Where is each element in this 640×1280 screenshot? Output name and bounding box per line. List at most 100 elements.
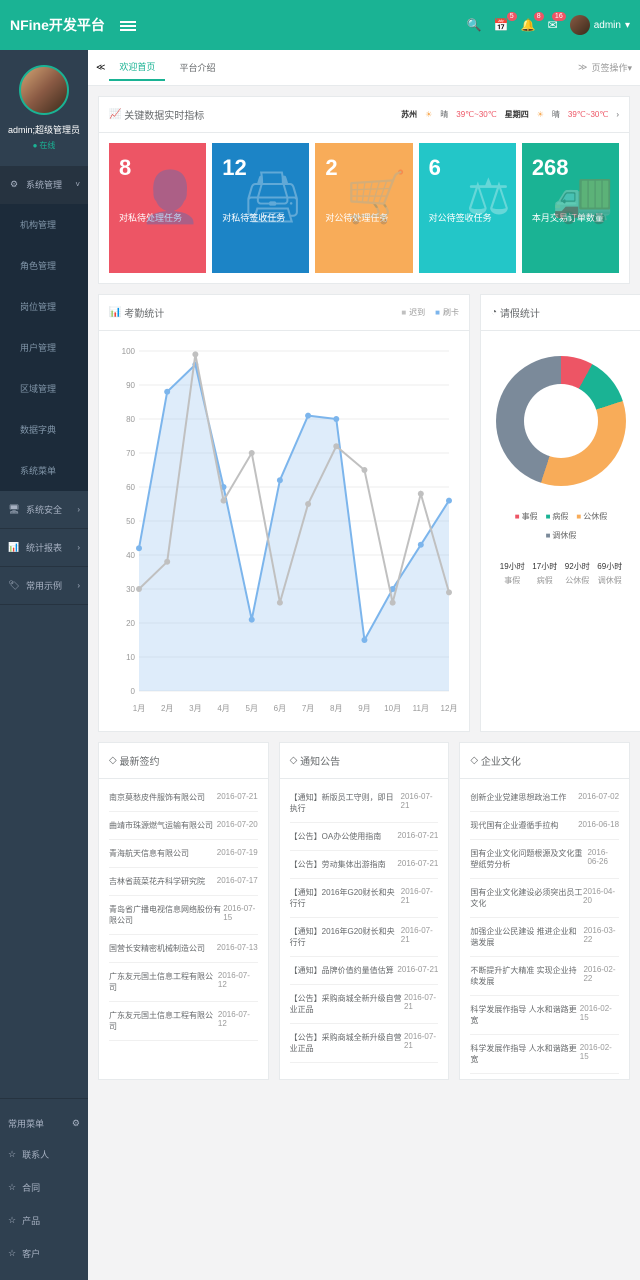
legend-item[interactable]: 调休假 bbox=[546, 530, 577, 541]
list-row[interactable]: 科学发展作指导 人水和谐路更宽2016-02-15 bbox=[470, 1035, 619, 1074]
list-row[interactable]: 【通知】新版员工守则，即日执行2016-07-21 bbox=[290, 784, 439, 823]
stat-card[interactable]: 6对公待签收任务⚖ bbox=[419, 143, 516, 273]
list-row[interactable]: 【通知】2016年G20财长和央行行2016-07-21 bbox=[290, 879, 439, 918]
favorite-item[interactable]: ☆产品 bbox=[0, 1204, 88, 1237]
list-row[interactable]: 国有企业文化建设必须突出员工文化2016-04-20 bbox=[470, 879, 619, 918]
svg-text:0: 0 bbox=[131, 687, 136, 696]
svg-text:9月: 9月 bbox=[358, 704, 370, 713]
list-row[interactable]: 南京莫愁皮件服饰有限公司2016-07-21 bbox=[109, 784, 258, 812]
chart-icon: 📈 bbox=[109, 109, 121, 120]
list-row[interactable]: 【通知】2016年G20财长和央行行2016-07-21 bbox=[290, 918, 439, 957]
tab-home[interactable]: 欢迎首页 bbox=[109, 54, 165, 81]
svg-text:40: 40 bbox=[126, 551, 135, 560]
svg-text:70: 70 bbox=[126, 449, 135, 458]
submenu-item[interactable]: 系统菜单 bbox=[0, 450, 88, 491]
pie-icon: ◔ bbox=[491, 307, 497, 318]
list-row[interactable]: 现代国有企业遵循手拉构2016-06-18 bbox=[470, 812, 619, 840]
online-status: 在线 bbox=[8, 140, 80, 151]
donut-chart bbox=[496, 356, 626, 486]
legend-item[interactable]: 病假 bbox=[546, 511, 569, 522]
weather-widget: 苏州☀晴39℃~30℃ 星期四☀晴39℃~30℃ › bbox=[401, 109, 619, 120]
legend-swipe[interactable]: 刷卡 bbox=[435, 307, 459, 318]
submenu-item[interactable]: 机构管理 bbox=[0, 204, 88, 245]
svg-text:90: 90 bbox=[126, 381, 135, 390]
search-icon[interactable]: 🔍 bbox=[467, 18, 482, 32]
menu-toggle[interactable] bbox=[120, 19, 136, 31]
list-row[interactable]: 【公告】采购商城全新升级自营业正品2016-07-21 bbox=[290, 1024, 439, 1063]
donut-title: 请假统计 bbox=[500, 305, 540, 320]
list-row[interactable]: 曲靖市珠源燃气运输有限公司2016-07-20 bbox=[109, 812, 258, 840]
svg-text:30: 30 bbox=[126, 585, 135, 594]
list-title: 通知公告 bbox=[300, 753, 340, 768]
stat-card[interactable]: 2对公待处理任务🛒 bbox=[315, 143, 412, 273]
list-title: 企业文化 bbox=[481, 753, 521, 768]
svg-text:7月: 7月 bbox=[302, 704, 314, 713]
list-row[interactable]: 【公告】OA办公使用指南2016-07-21 bbox=[290, 823, 439, 851]
submenu-item[interactable]: 角色管理 bbox=[0, 245, 88, 286]
list-row[interactable]: 青海航天信息有限公司2016-07-19 bbox=[109, 840, 258, 868]
svg-text:2月: 2月 bbox=[161, 704, 173, 713]
brand-logo: NFine开发平台 bbox=[10, 15, 105, 35]
chevron-right-icon[interactable]: › bbox=[616, 110, 619, 119]
profile-name: admin;超级管理员 bbox=[8, 123, 80, 136]
svg-text:5月: 5月 bbox=[246, 704, 258, 713]
favorites-header: 常用菜单⚙ bbox=[0, 1109, 88, 1138]
favorite-item[interactable]: ☆合同 bbox=[0, 1171, 88, 1204]
svg-text:4月: 4月 bbox=[217, 704, 229, 713]
menu-item[interactable]: 📊统计报表› bbox=[0, 529, 88, 567]
list-row[interactable]: 创新企业党建思想政治工作2016-07-02 bbox=[470, 784, 619, 812]
bar-chart-icon: 📊 bbox=[109, 307, 121, 318]
list-row[interactable]: 加强企业公民建设 推进企业和谐发展2016-03-22 bbox=[470, 918, 619, 957]
submenu-item[interactable]: 数据字典 bbox=[0, 409, 88, 450]
list-title: 最新签约 bbox=[119, 753, 159, 768]
legend-item[interactable]: 事假 bbox=[515, 511, 538, 522]
svg-text:11月: 11月 bbox=[413, 704, 429, 713]
favorite-item[interactable]: ☆联系人 bbox=[0, 1138, 88, 1171]
submenu-item[interactable]: 用户管理 bbox=[0, 327, 88, 368]
favorite-item[interactable]: ☆客户 bbox=[0, 1237, 88, 1270]
svg-text:12月: 12月 bbox=[441, 704, 458, 713]
stat-card[interactable]: 12对私待签收任务🖨 bbox=[212, 143, 309, 273]
mail-icon[interactable]: ✉16 bbox=[548, 18, 558, 32]
list-row[interactable]: 【通知】品牌价值约量值估算2016-07-21 bbox=[290, 957, 439, 985]
svg-text:80: 80 bbox=[126, 415, 135, 424]
list-row[interactable]: 广东友元国土信息工程有限公司2016-07-12 bbox=[109, 963, 258, 1002]
svg-text:10月: 10月 bbox=[384, 704, 401, 713]
stat-card[interactable]: 8对私待处理任务👤 bbox=[109, 143, 206, 273]
svg-text:6月: 6月 bbox=[274, 704, 286, 713]
svg-text:1月: 1月 bbox=[133, 704, 145, 713]
list-row[interactable]: 青岛省广播电视信息网络股份有限公司2016-07-15 bbox=[109, 896, 258, 935]
submenu-item[interactable]: 岗位管理 bbox=[0, 286, 88, 327]
list-row[interactable]: 科学发展作指导 人水和谐路更宽2016-02-15 bbox=[470, 996, 619, 1035]
list-row[interactable]: 【公告】劳动集体出游指南2016-07-21 bbox=[290, 851, 439, 879]
stat-card[interactable]: 268本月交易订单数量🚚 bbox=[522, 143, 619, 273]
tab-platform[interactable]: 平台介绍 bbox=[169, 55, 225, 80]
list-row[interactable]: 国有企业文化问题根源及文化重塑纸劳分析2016-06-26 bbox=[470, 840, 619, 879]
svg-text:10: 10 bbox=[126, 653, 135, 662]
list-row[interactable]: 不断提升扩大精准 实现企业持续发展2016-02-22 bbox=[470, 957, 619, 996]
legend-item[interactable]: 公休假 bbox=[576, 511, 607, 522]
svg-text:100: 100 bbox=[122, 347, 136, 356]
svg-text:60: 60 bbox=[126, 483, 135, 492]
menu-item[interactable]: ⚙系统管理˅ bbox=[0, 166, 88, 204]
list-row[interactable]: 广东友元国土信息工程有限公司2016-07-12 bbox=[109, 1002, 258, 1041]
bell-icon[interactable]: 🔔8 bbox=[521, 18, 536, 32]
profile-avatar bbox=[19, 65, 69, 115]
avatar bbox=[570, 15, 590, 35]
tab-nav-right[interactable]: ≫ bbox=[578, 62, 587, 73]
tab-ops[interactable]: 页签操作▾ bbox=[591, 61, 632, 74]
menu-item[interactable]: 🏷常用示例› bbox=[0, 567, 88, 605]
chart-title: 考勤统计 bbox=[124, 305, 164, 320]
svg-text:3月: 3月 bbox=[189, 704, 201, 713]
submenu-item[interactable]: 区域管理 bbox=[0, 368, 88, 409]
menu-item[interactable]: 🖥系统安全› bbox=[0, 491, 88, 529]
gear-icon[interactable]: ⚙ bbox=[72, 1118, 80, 1129]
user-menu[interactable]: admin▾ bbox=[570, 15, 630, 35]
calendar-icon[interactable]: 📅5 bbox=[494, 18, 509, 32]
list-row[interactable]: 吉林省蔬菜花卉科学研究院2016-07-17 bbox=[109, 868, 258, 896]
svg-text:50: 50 bbox=[126, 517, 135, 526]
tab-nav-left[interactable]: ≪ bbox=[96, 62, 105, 73]
legend-late[interactable]: 迟到 bbox=[401, 307, 425, 318]
list-row[interactable]: 国营长安精密机械制造公司2016-07-13 bbox=[109, 935, 258, 963]
list-row[interactable]: 【公告】采购商城全新升级自营业正品2016-07-21 bbox=[290, 985, 439, 1024]
